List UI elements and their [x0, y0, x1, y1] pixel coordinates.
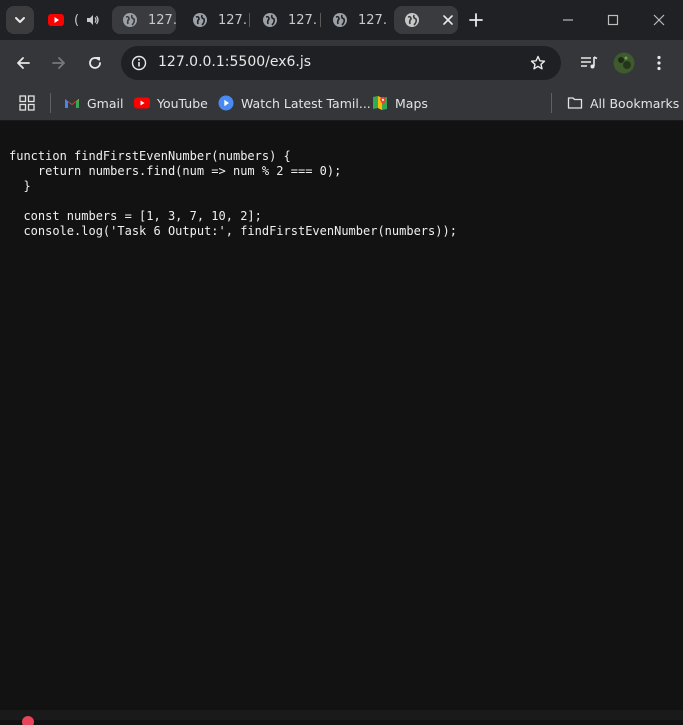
browser-toolbar: 127.0.0.1:5500/ex6.js — [0, 40, 683, 86]
tab-title: 127. — [218, 12, 246, 28]
bookmarks-separator — [50, 93, 51, 113]
globe-icon — [263, 13, 277, 27]
globe-icon — [193, 13, 207, 27]
forward-button[interactable] — [46, 50, 72, 76]
tab-localhost-1[interactable]: 127. — [112, 6, 176, 34]
apps-grid-icon — [19, 95, 35, 111]
tab-localhost-3[interactable]: 127. — [252, 6, 318, 34]
bookmark-tamil[interactable]: Watch Latest Tamil... — [218, 92, 371, 114]
youtube-icon — [48, 14, 64, 26]
tab-localhost-2[interactable]: 127. — [182, 6, 246, 34]
menu-button[interactable] — [646, 50, 672, 76]
taskbar-app-icon — [22, 716, 34, 725]
apps-button[interactable] — [19, 92, 35, 114]
all-bookmarks-button[interactable]: All Bookmarks — [567, 92, 679, 114]
play-circle-icon — [218, 95, 234, 111]
minimize-button[interactable] — [558, 10, 578, 30]
tab-separator — [320, 13, 321, 27]
avatar-icon — [613, 52, 635, 74]
reload-icon — [89, 57, 101, 69]
maximize-button[interactable] — [603, 10, 623, 30]
minimize-icon — [563, 19, 573, 21]
tab-title: 127. — [148, 12, 176, 28]
close-icon — [653, 14, 665, 26]
bookmark-label: Maps — [395, 95, 428, 111]
page-viewport: function findFirstEvenNumber(numbers) { … — [0, 121, 683, 710]
bookmark-youtube[interactable]: YouTube — [134, 92, 208, 114]
tab-strip: ( 127. 127. 127. 127. — [0, 0, 683, 40]
site-info-icon[interactable] — [131, 55, 147, 71]
all-bookmarks-label: All Bookmarks — [590, 95, 680, 111]
globe-icon — [123, 13, 137, 27]
tab-active[interactable] — [394, 6, 458, 34]
music-queue-icon — [581, 56, 598, 69]
close-tab-icon[interactable] — [442, 14, 454, 26]
tab-title: ( — [74, 12, 80, 28]
tab-separator — [249, 13, 250, 27]
plus-icon — [469, 13, 483, 27]
bookmark-gmail[interactable]: Gmail — [64, 92, 123, 114]
new-tab-button[interactable] — [466, 10, 486, 30]
youtube-icon — [134, 97, 150, 109]
address-bar[interactable]: 127.0.0.1:5500/ex6.js — [121, 46, 561, 80]
globe-icon — [333, 13, 347, 27]
star-icon[interactable] — [530, 55, 546, 71]
tab-title: 127. — [358, 12, 387, 28]
tab-title: 127. — [288, 12, 317, 28]
url-text[interactable]: 127.0.0.1:5500/ex6.js — [158, 54, 311, 70]
bookmark-label: YouTube — [157, 95, 208, 111]
arrow-left-icon — [17, 57, 30, 69]
maps-icon — [373, 96, 387, 110]
bookmark-label: Gmail — [87, 95, 124, 111]
back-button[interactable] — [10, 50, 36, 76]
kebab-menu-icon — [657, 55, 661, 71]
bookmarks-bar: Gmail YouTube Watch Latest Tamil... Maps… — [0, 86, 683, 121]
maximize-icon — [607, 14, 619, 26]
tab-youtube[interactable]: ( — [38, 6, 104, 34]
bookmark-maps[interactable]: Maps — [372, 92, 428, 114]
speaker-icon[interactable] — [85, 13, 99, 27]
folder-icon — [567, 97, 583, 109]
profile-avatar[interactable] — [611, 50, 637, 76]
bookmark-label: Watch Latest Tamil... — [241, 95, 371, 111]
gmail-icon — [65, 99, 79, 108]
tab-search-button[interactable] — [6, 6, 34, 34]
globe-icon — [405, 13, 419, 27]
reload-button[interactable] — [82, 50, 108, 76]
bookmarks-separator — [551, 93, 552, 113]
arrow-right-icon — [52, 57, 65, 69]
chevron-down-icon — [15, 17, 25, 23]
javascript-source: function findFirstEvenNumber(numbers) { … — [9, 149, 457, 238]
media-controls-button[interactable] — [576, 50, 602, 76]
close-window-button[interactable] — [649, 10, 669, 30]
tab-localhost-4[interactable]: 127. — [322, 6, 388, 34]
window-bottom-edge — [0, 710, 683, 725]
